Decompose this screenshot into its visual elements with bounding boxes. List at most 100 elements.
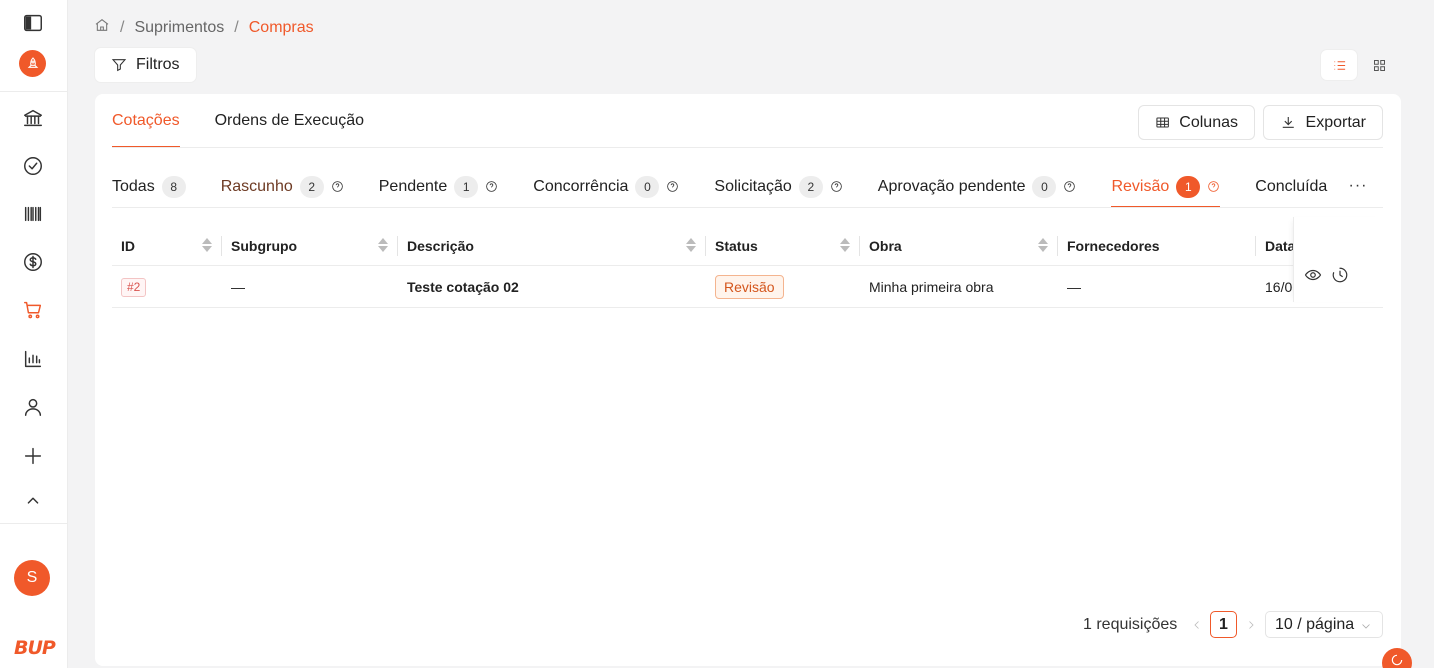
status-tab-label: Revisão (1111, 177, 1170, 195)
chevron-left-icon[interactable] (1187, 613, 1207, 637)
status-tab-count: 2 (299, 175, 324, 198)
column-header-obra[interactable]: Obra (860, 226, 1058, 266)
user-icon[interactable] (20, 394, 46, 420)
status-tab-count: 1 (1176, 175, 1201, 198)
status-tab-todas[interactable]: Todas 8 (112, 165, 186, 208)
cell-data: 16/06 (1265, 279, 1296, 295)
eye-icon[interactable] (1304, 266, 1322, 284)
bar-chart-icon[interactable] (20, 346, 46, 372)
cell-status: Revisão (706, 266, 784, 308)
column-header-descricao[interactable]: Descrição (398, 226, 706, 266)
main-card: Cotações Ordens de Execução Colunas Expo… (95, 94, 1401, 666)
status-tab-count: 0 (1032, 175, 1057, 198)
page-size-select[interactable]: 10 / página (1265, 611, 1383, 638)
help-chat-button[interactable] (1382, 648, 1412, 668)
help-icon[interactable] (331, 180, 344, 193)
help-icon[interactable] (830, 180, 843, 193)
status-tab-pendente[interactable]: Pendente 1 (379, 165, 499, 208)
status-tab-revisao[interactable]: Revisão 1 (1111, 165, 1221, 208)
status-tab-label: Concluída (1255, 177, 1328, 195)
bank-icon[interactable] (20, 105, 46, 131)
chevron-right-icon[interactable] (1241, 613, 1261, 637)
sidebar-toggle-icon[interactable] (20, 10, 46, 36)
home-icon[interactable] (94, 17, 110, 38)
row-actions-column (1293, 217, 1383, 302)
barcode-icon[interactable] (20, 201, 46, 227)
status-tab-solicitacao[interactable]: Solicitação 2 (714, 165, 842, 208)
history-icon[interactable] (1331, 266, 1349, 284)
export-button[interactable]: Exportar (1263, 105, 1383, 140)
breadcrumb: / Suprimentos / Compras (94, 17, 314, 38)
column-header-subgrupo[interactable]: Subgrupo (222, 226, 398, 266)
status-tab-label: Solicitação (714, 177, 792, 195)
status-tab-count: 2 (798, 175, 823, 198)
column-header-label: Status (715, 238, 758, 254)
id-tag[interactable]: #2 (121, 277, 147, 297)
sort-icon[interactable] (202, 238, 212, 252)
column-header-label: Fornecedores (1067, 238, 1160, 254)
download-icon (1282, 116, 1294, 128)
column-header-data[interactable]: Data (1256, 226, 1296, 266)
status-tab-count: 1 (454, 175, 479, 198)
status-tab-concluida[interactable]: Concluída 1 (1255, 165, 1332, 208)
more-tabs-button[interactable]: ··· (1340, 176, 1376, 196)
brand-logo: BUP (14, 637, 56, 659)
columns-button-label: Colunas (1179, 113, 1238, 131)
status-tab-aprovacao-pendente[interactable]: Aprovação pendente 0 (878, 165, 1077, 208)
columns-button[interactable]: Colunas (1138, 105, 1255, 140)
cell-subgrupo: — (231, 279, 245, 295)
chevron-up-icon[interactable] (20, 488, 46, 514)
status-tabs: Todas 8 Rascunho 2 Pendente 1 Concorrênc… (112, 165, 1332, 208)
status-tab-concorrencia[interactable]: Concorrência 0 (533, 165, 679, 208)
app-logo-icon[interactable] (19, 50, 46, 77)
check-circle-icon[interactable] (20, 153, 46, 179)
shopping-cart-icon[interactable] (20, 297, 46, 323)
sort-icon[interactable] (1038, 238, 1048, 252)
table-header: ID Subgrupo Descrição Status Obra Fornec… (112, 226, 1383, 266)
list-view-button[interactable] (1321, 50, 1357, 80)
tab-ordens-de-execucao[interactable]: Ordens de Execução (215, 94, 364, 148)
current-page[interactable]: 1 (1210, 611, 1237, 638)
grid-icon (1373, 59, 1385, 71)
breadcrumb-separator: / (120, 18, 125, 36)
status-tab-count: 8 (161, 175, 186, 198)
help-icon[interactable] (485, 180, 498, 193)
breadcrumb-item-suprimentos[interactable]: Suprimentos (134, 19, 224, 37)
cell-fornecedores: — (1067, 279, 1081, 295)
main-tabs: Cotações Ordens de Execução (112, 94, 364, 148)
column-header-label: Obra (869, 238, 902, 254)
column-header-id[interactable]: ID (112, 226, 222, 266)
sort-icon[interactable] (686, 238, 696, 252)
list-icon (1334, 60, 1345, 70)
sidebar-divider (0, 523, 68, 524)
status-tab-count: 0 (635, 175, 660, 198)
filters-button-label: Filtros (136, 56, 180, 73)
export-button-label: Exportar (1305, 113, 1366, 131)
filters-button[interactable]: Filtros (95, 48, 196, 82)
sidebar-divider (0, 91, 68, 92)
status-badge: Revisão (715, 275, 784, 299)
grid-view-button[interactable] (1361, 50, 1397, 80)
plus-icon[interactable] (20, 443, 46, 469)
column-header-status[interactable]: Status (706, 226, 860, 266)
column-header-label: Subgrupo (231, 238, 298, 254)
help-icon[interactable] (666, 180, 679, 193)
chevron-down-icon (1362, 624, 1370, 629)
tab-cotacoes[interactable]: Cotações (112, 94, 180, 148)
help-icon[interactable] (1207, 180, 1220, 193)
pagination-total: 1 requisições (1083, 616, 1178, 633)
status-tab-rascunho[interactable]: Rascunho 2 (221, 165, 344, 208)
breadcrumb-current: Compras (248, 18, 314, 36)
column-header-label: Data (1265, 238, 1296, 254)
status-tabs-divider (112, 207, 1383, 208)
sort-icon[interactable] (378, 238, 388, 252)
column-header-label: ID (121, 238, 135, 254)
help-icon[interactable] (1063, 180, 1076, 193)
column-header-fornecedores: Fornecedores (1058, 226, 1256, 266)
page-size-label: 10 / página (1275, 615, 1355, 633)
sort-icon[interactable] (840, 238, 850, 252)
table-row[interactable]: #2 — Teste cotação 02 Revisão Minha prim… (112, 266, 1383, 308)
status-tab-label: Rascunho (220, 177, 293, 195)
avatar[interactable]: S (14, 560, 50, 596)
dollar-icon[interactable] (20, 249, 46, 275)
